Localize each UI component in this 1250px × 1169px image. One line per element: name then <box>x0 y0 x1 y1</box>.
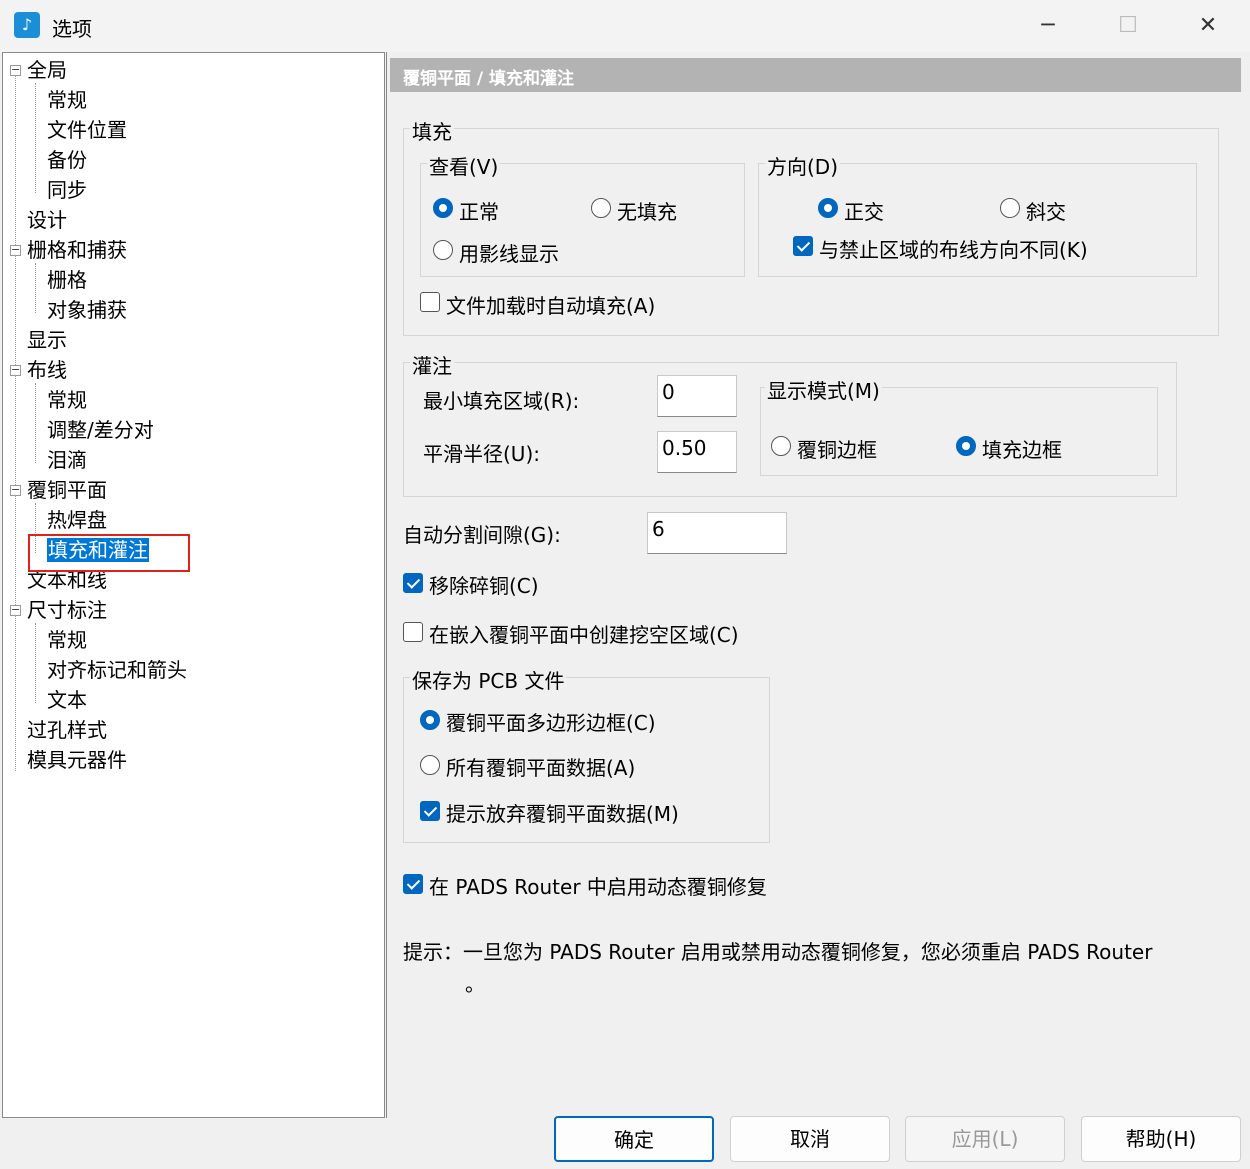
collapse-icon[interactable]: − <box>10 244 21 256</box>
tree-item-copper-planes[interactable]: 覆铜平面 <box>27 477 107 503</box>
auto-split-label: 自动分割间隙(G): <box>403 523 561 547</box>
display-outline-label: 覆铜边框 <box>797 438 877 462</box>
differ-direction-label: 与禁止区域的布线方向不同(K) <box>819 238 1088 262</box>
options-tree: − 全局 常规 文件位置 备份 同步 设计 − 栅格和捕获 栅格 对象捕获 显示… <box>2 52 385 1118</box>
tree-item-teardrops[interactable]: 泪滴 <box>47 447 87 473</box>
min-area-input[interactable]: 0 <box>657 375 737 417</box>
minimize-icon[interactable]: ─ <box>1008 0 1088 52</box>
create-cutout-label: 在嵌入覆铜平面中创建挖空区域(C) <box>429 623 739 647</box>
direction-diagonal-radio[interactable] <box>1000 198 1020 218</box>
tree-connector <box>35 383 36 463</box>
help-button[interactable]: 帮助(H) <box>1081 1116 1241 1162</box>
close-icon[interactable]: ✕ <box>1168 0 1248 52</box>
remove-slivers-label: 移除碎铜(C) <box>429 574 539 598</box>
pads-router-label: 在 PADS Router 中启用动态覆铜修复 <box>429 875 767 899</box>
auto-fill-checkbox[interactable] <box>420 292 440 312</box>
differ-direction-checkbox[interactable] <box>793 236 813 256</box>
flood-group-label: 灌注 <box>410 350 454 379</box>
view-no-fill-label: 无填充 <box>617 200 677 224</box>
pads-router-checkbox[interactable] <box>403 874 423 894</box>
view-normal-label: 正常 <box>459 200 499 224</box>
tree-connector <box>35 623 36 703</box>
tree-connector <box>35 263 36 313</box>
remove-slivers-checkbox[interactable] <box>403 573 423 593</box>
collapse-icon[interactable]: − <box>10 604 21 616</box>
direction-group-label: 方向(D) <box>765 151 841 180</box>
tree-item-object-snap[interactable]: 对象捕获 <box>47 297 127 323</box>
hint-text: 提示：一旦您为 PADS Router 启用或禁用动态覆铜修复，您必须重启 PA… <box>403 936 1203 1000</box>
tree-item-routing-general[interactable]: 常规 <box>47 387 87 413</box>
tree-item-file-locations[interactable]: 文件位置 <box>47 117 127 143</box>
tree-item-via-patterns[interactable]: 过孔样式 <box>27 717 107 743</box>
tree-item-design[interactable]: 设计 <box>27 207 67 233</box>
tree-connector <box>15 71 16 771</box>
tree-item-dim-text[interactable]: 文本 <box>47 687 87 713</box>
tree-item-global-general[interactable]: 常规 <box>47 87 87 113</box>
save-all-data-label: 所有覆铜平面数据(A) <box>446 756 636 780</box>
tree-item-global[interactable]: 全局 <box>27 57 67 83</box>
tree-item-backup[interactable]: 备份 <box>47 147 87 173</box>
view-no-fill-radio[interactable] <box>591 198 611 218</box>
display-fill-outline-radio[interactable] <box>956 436 976 456</box>
tree-item-tuning-diffpairs[interactable]: 调整/差分对 <box>47 417 154 443</box>
direction-orthogonal-radio[interactable] <box>818 198 838 218</box>
tree-item-thermals[interactable]: 热焊盘 <box>47 507 107 533</box>
tree-item-display[interactable]: 显示 <box>27 327 67 353</box>
smooth-radius-input[interactable]: 0.50 <box>657 431 737 473</box>
tree-item-dimensioning[interactable]: 尺寸标注 <box>27 597 107 623</box>
direction-orthogonal-label: 正交 <box>844 200 884 224</box>
display-mode-label: 显示模式(M) <box>765 375 882 404</box>
collapse-icon[interactable]: − <box>10 64 21 76</box>
smooth-radius-label: 平滑半径(U): <box>423 442 540 466</box>
app-icon: ♪ <box>14 12 40 38</box>
auto-fill-label: 文件加载时自动填充(A) <box>446 294 656 318</box>
hint-line-1: 提示：一旦您为 PADS Router 启用或禁用动态覆铜修复，您必须重启 PA… <box>403 940 1153 964</box>
tree-item-grids[interactable]: 栅格 <box>47 267 87 293</box>
highlight-box <box>28 534 190 572</box>
view-group-label: 查看(V) <box>427 151 501 180</box>
tree-connector <box>35 83 36 193</box>
save-outline-label: 覆铜平面多边形边框(C) <box>446 711 656 735</box>
hint-line-2: 。 <box>465 972 485 996</box>
save-pcb-label: 保存为 PCB 文件 <box>410 665 567 694</box>
maximize-icon: ☐ <box>1118 13 1138 38</box>
window-title: 选项 <box>52 17 92 41</box>
save-outline-radio[interactable] <box>420 710 440 730</box>
direction-diagonal-label: 斜交 <box>1026 200 1066 224</box>
display-outline-radio[interactable] <box>771 436 791 456</box>
tree-item-sync[interactable]: 同步 <box>47 177 87 203</box>
tree-item-alignment-arrows[interactable]: 对齐标记和箭头 <box>47 657 187 683</box>
prompt-discard-label: 提示放弃覆铜平面数据(M) <box>446 802 679 826</box>
tree-item-grids-snap[interactable]: 栅格和捕获 <box>27 237 127 263</box>
fill-group-label: 填充 <box>410 116 454 145</box>
title-bar: ♪ 选项 ─ ☐ ✕ <box>0 0 1250 52</box>
view-hatch-radio[interactable] <box>433 240 453 260</box>
collapse-icon[interactable]: − <box>10 364 21 376</box>
collapse-icon[interactable]: − <box>10 484 21 496</box>
tree-item-die-components[interactable]: 模具元器件 <box>27 747 127 773</box>
tree-item-routing[interactable]: 布线 <box>27 357 67 383</box>
panel-header: 覆铜平面 / 填充和灌注 <box>390 58 1241 92</box>
tree-item-dim-general[interactable]: 常规 <box>47 627 87 653</box>
display-fill-outline-label: 填充边框 <box>982 438 1062 462</box>
ok-button[interactable]: 确定 <box>554 1116 714 1162</box>
view-normal-radio[interactable] <box>433 198 453 218</box>
cancel-button[interactable]: 取消 <box>730 1116 890 1162</box>
save-all-data-radio[interactable] <box>420 755 440 775</box>
apply-button: 应用(L) <box>905 1116 1065 1162</box>
auto-split-input[interactable]: 6 <box>647 512 787 554</box>
prompt-discard-checkbox[interactable] <box>420 801 440 821</box>
view-hatch-label: 用影线显示 <box>459 242 559 266</box>
create-cutout-checkbox[interactable] <box>403 622 423 642</box>
min-area-label: 最小填充区域(R): <box>423 389 580 413</box>
